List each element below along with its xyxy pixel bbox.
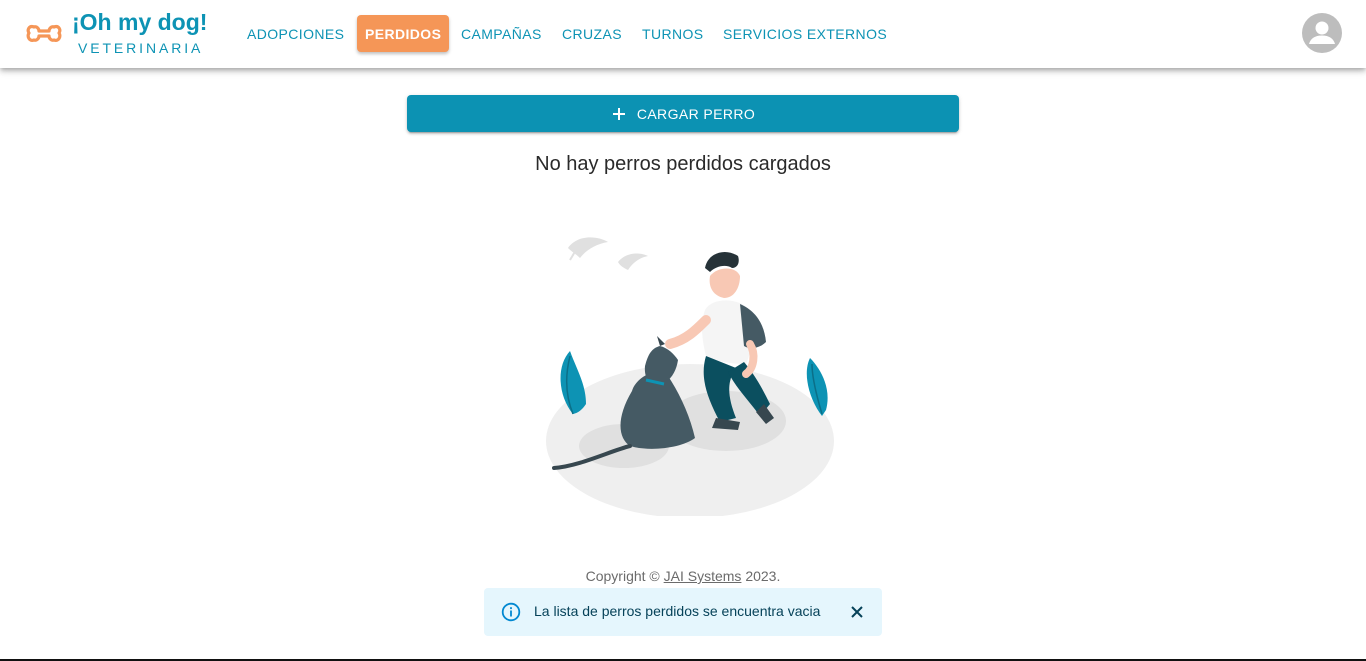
nav-servicios-externos[interactable]: Servicios Externos [715,15,895,52]
info-icon [501,602,521,622]
snackbar-message: La lista de perros perdidos se encuentra… [534,603,821,619]
close-icon[interactable] [848,603,866,621]
dog-bone-icon [26,24,62,42]
info-snackbar: La lista de perros perdidos se encuentra… [484,588,882,636]
copyright-footer: Copyright © JAI Systems 2023. [0,568,1366,584]
user-avatar-button[interactable] [1302,13,1342,53]
nav-cruzas[interactable]: Cruzas [554,15,630,52]
brand-logo[interactable]: ¡Oh my dog! VETERINARIA [24,8,224,60]
nav-turnos[interactable]: Turnos [634,15,712,52]
nav-adopciones[interactable]: Adopciones [239,15,352,52]
brand-subtitle: VETERINARIA [78,40,204,56]
man-petting-dog-illustration [546,237,834,516]
plus-icon [612,107,625,120]
copyright-prefix: Copyright © [585,568,664,584]
brand-title: ¡Oh my dog! [72,9,208,35]
copyright-year: 2023. [741,568,781,584]
app-bar: ¡Oh my dog! VETERINARIA Adopciones Perdi… [0,0,1366,68]
nav-campanas[interactable]: Campañas [453,15,550,52]
jai-systems-link[interactable]: JAI Systems [664,568,742,584]
empty-state-message: No hay perros perdidos cargados [535,153,831,175]
add-dog-button[interactable]: CARGAR PERRO [407,95,959,132]
account-icon [1309,21,1335,44]
main-content: CARGAR PERRO No hay perros perdidos carg… [0,68,1366,661]
nav-perdidos[interactable]: Perdidos [357,15,450,52]
add-dog-button-label: CARGAR PERRO [636,105,756,122]
